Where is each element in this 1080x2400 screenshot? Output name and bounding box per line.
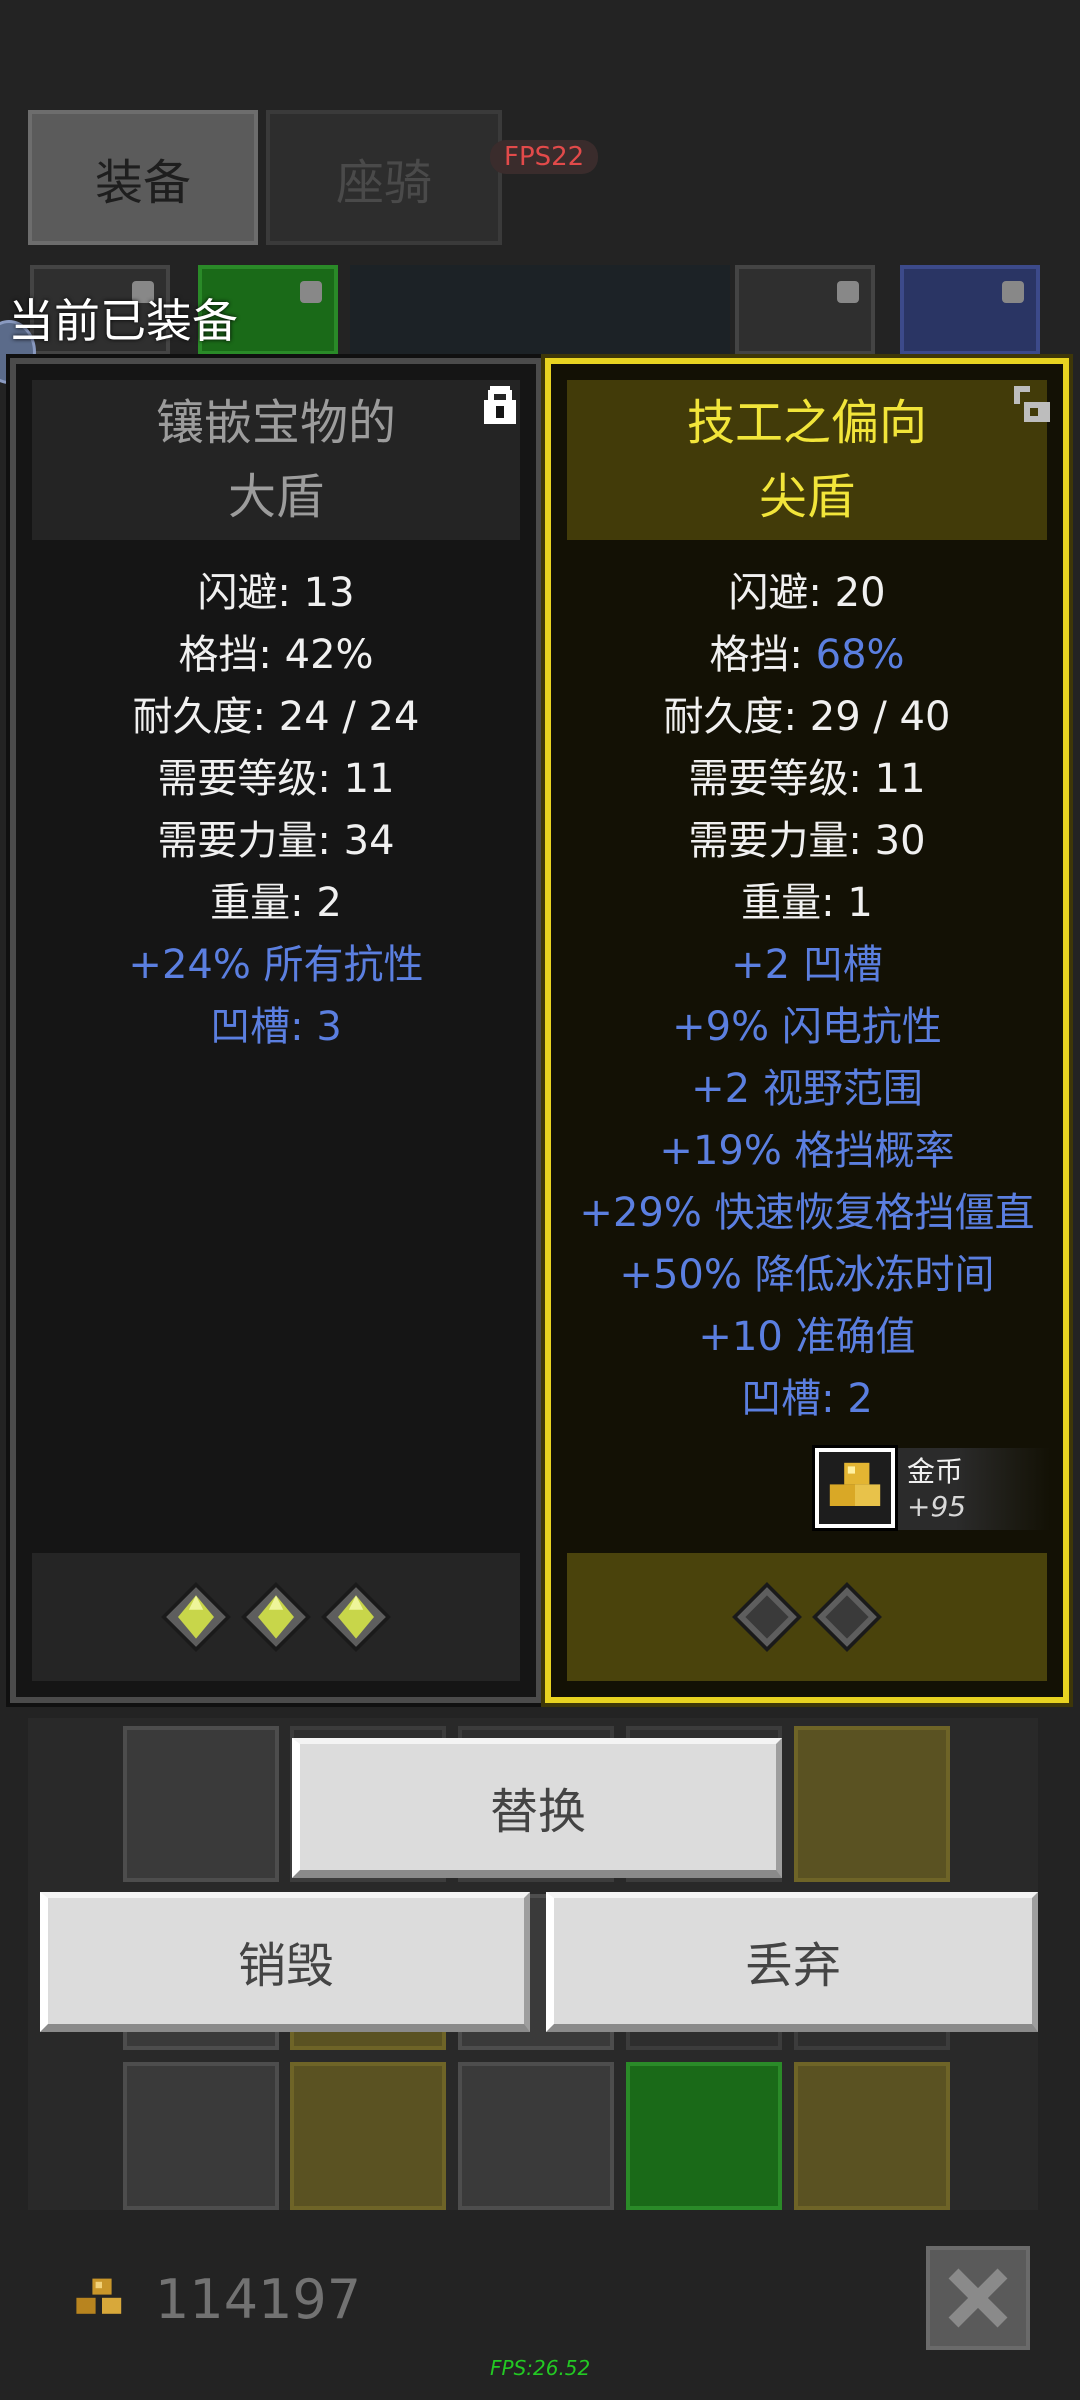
drop-button[interactable]: 丢弃 xyxy=(546,1892,1038,2032)
affix: +29% 快速恢复格挡僵直 xyxy=(579,1190,1035,1236)
socket-row xyxy=(32,1553,520,1681)
item-name-line1: 镶嵌宝物的 xyxy=(155,395,396,451)
empty-socket-icon xyxy=(812,1582,882,1652)
lock-icon xyxy=(837,281,859,303)
item-name: 技工之偏向 尖盾 xyxy=(567,380,1047,540)
gold-total: 114197 xyxy=(155,2268,362,2331)
affix: +50% 降低冰冻时间 xyxy=(619,1252,995,1298)
close-icon xyxy=(948,2268,1008,2328)
filled-socket-gem-icon xyxy=(321,1582,391,1652)
inventory-slot[interactable] xyxy=(123,1726,279,1882)
replace-button[interactable]: 替换 xyxy=(292,1738,782,1878)
affix: +19% 格挡概率 xyxy=(659,1128,955,1174)
current-equipped-label: 当前已装备 xyxy=(8,294,238,348)
empty-socket-icon xyxy=(732,1582,802,1652)
filled-socket-gem-icon xyxy=(161,1582,231,1652)
stat-required-strength: 需要力量: 34 xyxy=(157,818,395,864)
affix: 凹槽: 3 xyxy=(210,1004,342,1050)
item-gold-value: 金币 +95 xyxy=(812,1445,1050,1531)
socket-row xyxy=(567,1553,1047,1681)
item-name-line2: 尖盾 xyxy=(758,469,855,525)
affix: +2 凹槽 xyxy=(731,942,883,988)
stat-block: 格挡: 68% xyxy=(709,632,905,678)
gold-coins-icon xyxy=(76,2278,122,2314)
lock-closed-icon[interactable] xyxy=(482,384,518,424)
stat-dodge: 闪避: 13 xyxy=(197,570,355,616)
close-button[interactable] xyxy=(926,2246,1030,2350)
stat-durability: 耐久度: 29 / 40 xyxy=(663,694,951,740)
affix: +24% 所有抗性 xyxy=(128,942,424,988)
affix: 凹槽: 2 xyxy=(741,1376,873,1422)
item-name-line1: 技工之偏向 xyxy=(686,395,927,451)
stat-required-strength: 需要力量: 30 xyxy=(688,818,926,864)
stat-weight: 重量: 2 xyxy=(210,880,342,926)
inventory-slot[interactable] xyxy=(794,1726,950,1882)
tab-mount[interactable]: 座骑 xyxy=(266,110,502,245)
gold-value-label: 金币 xyxy=(907,1455,964,1488)
equipment-slot[interactable] xyxy=(735,265,875,355)
affix: +10 准确值 xyxy=(698,1314,916,1360)
gold-value-amount: +95 xyxy=(907,1490,967,1523)
stat-required-level: 需要等级: 11 xyxy=(157,756,395,802)
fps-badge: FPS22 xyxy=(490,140,599,174)
item-name-line2: 大盾 xyxy=(227,469,324,525)
stat-dodge: 闪避: 20 xyxy=(728,570,886,616)
inventory-slot[interactable] xyxy=(290,2062,446,2210)
fps-counter: FPS:26.52 xyxy=(490,2356,591,2380)
stat-durability: 耐久度: 24 / 24 xyxy=(132,694,420,740)
tab-equipment[interactable]: 装备 xyxy=(28,110,258,245)
inventory-slot[interactable] xyxy=(458,2062,614,2210)
item-stats: 闪避: 20 格挡: 68% 耐久度: 29 / 40 需要等级: 11 需要力… xyxy=(551,562,1063,1430)
item-name: 镶嵌宝物的 大盾 xyxy=(32,380,520,540)
destroy-button[interactable]: 销毁 xyxy=(40,1892,530,2032)
lock-open-icon[interactable] xyxy=(1011,384,1053,424)
stat-required-level: 需要等级: 11 xyxy=(688,756,926,802)
affix: +2 视野范围 xyxy=(691,1066,923,1112)
equipment-slot[interactable] xyxy=(900,265,1040,355)
inventory-slot[interactable] xyxy=(794,2062,950,2210)
gold-coin-icon xyxy=(812,1445,898,1531)
item-stats: 闪避: 13 格挡: 42% 耐久度: 24 / 24 需要等级: 11 需要力… xyxy=(16,562,536,1058)
inventory-slot[interactable] xyxy=(123,2062,279,2210)
equipped-item-panel: 镶嵌宝物的 大盾 闪避: 13 格挡: 42% 耐久度: 24 / 24 需要等… xyxy=(6,354,546,1707)
equipment-slot xyxy=(350,265,730,355)
stat-block: 格挡: 42% xyxy=(178,632,374,678)
inventory-slot[interactable] xyxy=(626,2062,782,2210)
filled-socket-gem-icon xyxy=(241,1582,311,1652)
lock-icon xyxy=(1002,281,1024,303)
stat-weight: 重量: 1 xyxy=(741,880,873,926)
affix: +9% 闪电抗性 xyxy=(672,1004,942,1050)
lock-icon xyxy=(300,281,322,303)
